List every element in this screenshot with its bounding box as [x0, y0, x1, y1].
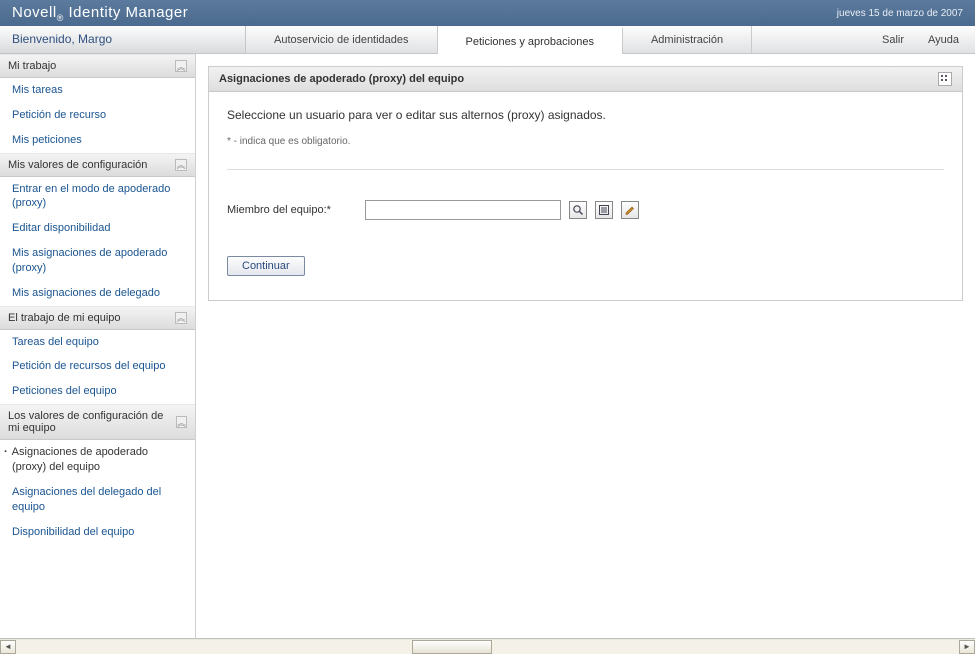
grid-icon — [940, 74, 950, 84]
sidebar-item-my-tasks[interactable]: Mis tareas — [0, 78, 195, 103]
help-link[interactable]: Ayuda — [928, 34, 959, 46]
horizontal-scrollbar[interactable]: ◄ ► — [0, 638, 975, 654]
pencil-icon — [624, 204, 636, 216]
welcome-text: Bienvenido, Margo — [0, 26, 246, 53]
scroll-left-arrow[interactable]: ◄ — [0, 640, 16, 654]
sidebar-item-team-requests[interactable]: Peticiones del equipo — [0, 379, 195, 404]
section-my-work[interactable]: Mi trabajo ︽ — [0, 54, 195, 78]
intro-text: Seleccione un usuario para ver o editar … — [227, 108, 944, 122]
divider — [227, 169, 944, 170]
section-team-settings[interactable]: Los valores de configuración de mi equip… — [0, 404, 195, 440]
sidebar-item-team-tasks[interactable]: Tareas del equipo — [0, 330, 195, 355]
registered-mark: ® — [57, 13, 64, 23]
nav-right: Salir Ayuda — [882, 26, 975, 53]
section-my-settings[interactable]: Mis valores de configuración ︽ — [0, 153, 195, 177]
panel-header: Asignaciones de apoderado (proxy) del eq… — [209, 67, 962, 92]
collapse-icon[interactable]: ︽ — [176, 416, 187, 428]
sidebar-item-team-availability[interactable]: Disponibilidad del equipo — [0, 520, 195, 545]
navbar: Bienvenido, Margo Autoservicio de identi… — [0, 26, 975, 54]
app-title: Novell® Identity Manager — [12, 4, 188, 23]
main-tabs: Autoservicio de identidades Peticiones y… — [246, 26, 882, 53]
panel: Asignaciones de apoderado (proxy) del eq… — [208, 66, 963, 301]
sidebar: Mi trabajo ︽ Mis tareas Petición de recu… — [0, 54, 196, 638]
list-icon — [598, 204, 610, 216]
panel-options-icon[interactable] — [938, 72, 952, 86]
section-title: Mi trabajo — [8, 60, 56, 72]
tab-self-service[interactable]: Autoservicio de identidades — [246, 26, 438, 53]
sidebar-item-my-proxy-assignments[interactable]: Mis asignaciones de apoderado (proxy) — [0, 241, 195, 281]
continue-button[interactable]: Continuar — [227, 256, 305, 276]
sidebar-item-my-delegate-assignments[interactable]: Mis asignaciones de delegado — [0, 281, 195, 306]
collapse-icon[interactable]: ︽ — [175, 159, 187, 171]
panel-body: Seleccione un usuario para ver o editar … — [209, 92, 962, 300]
scroll-track[interactable] — [16, 640, 959, 654]
sidebar-item-proxy-mode[interactable]: Entrar en el modo de apoderado (proxy) — [0, 177, 195, 217]
panel-title: Asignaciones de apoderado (proxy) del eq… — [219, 73, 464, 85]
scroll-right-arrow[interactable]: ► — [959, 640, 975, 654]
collapse-icon[interactable]: ︽ — [175, 60, 187, 72]
tab-requests-approvals[interactable]: Peticiones y aprobaciones — [438, 27, 623, 54]
history-icon[interactable] — [595, 201, 613, 219]
brand-name: Novell — [12, 4, 57, 21]
sidebar-item-edit-availability[interactable]: Editar disponibilidad — [0, 216, 195, 241]
edit-icon[interactable] — [621, 201, 639, 219]
team-member-input[interactable] — [365, 200, 561, 220]
section-title: El trabajo de mi equipo — [8, 312, 121, 324]
header-date: jueves 15 de marzo de 2007 — [837, 8, 963, 19]
app-header: Novell® Identity Manager jueves 15 de ma… — [0, 0, 975, 26]
content-area: Asignaciones de apoderado (proxy) del eq… — [196, 54, 975, 638]
logout-link[interactable]: Salir — [882, 34, 904, 46]
tab-administration[interactable]: Administración — [623, 26, 752, 53]
sidebar-item-team-delegate-assignments[interactable]: Asignaciones del delegado del equipo — [0, 480, 195, 520]
product-name: Identity Manager — [64, 4, 188, 21]
section-title: Los valores de configuración de mi equip… — [8, 410, 176, 434]
team-member-row: Miembro del equipo:* — [227, 200, 944, 220]
scroll-thumb[interactable] — [412, 640, 492, 654]
section-title: Mis valores de configuración — [8, 159, 147, 171]
sidebar-item-my-requests[interactable]: Mis peticiones — [0, 128, 195, 153]
section-team-work[interactable]: El trabajo de mi equipo ︽ — [0, 306, 195, 330]
lookup-icon[interactable] — [569, 201, 587, 219]
main-container: Mi trabajo ︽ Mis tareas Petición de recu… — [0, 54, 975, 638]
sidebar-item-resource-request[interactable]: Petición de recurso — [0, 103, 195, 128]
sidebar-item-team-resource-request[interactable]: Petición de recursos del equipo — [0, 354, 195, 379]
team-member-label: Miembro del equipo:* — [227, 204, 357, 216]
sidebar-item-team-proxy-assignments[interactable]: Asignaciones de apoderado (proxy) del eq… — [0, 440, 195, 480]
collapse-icon[interactable]: ︽ — [175, 312, 187, 324]
magnifier-icon — [572, 204, 584, 216]
required-note: * - indica que es obligatorio. — [227, 136, 944, 147]
